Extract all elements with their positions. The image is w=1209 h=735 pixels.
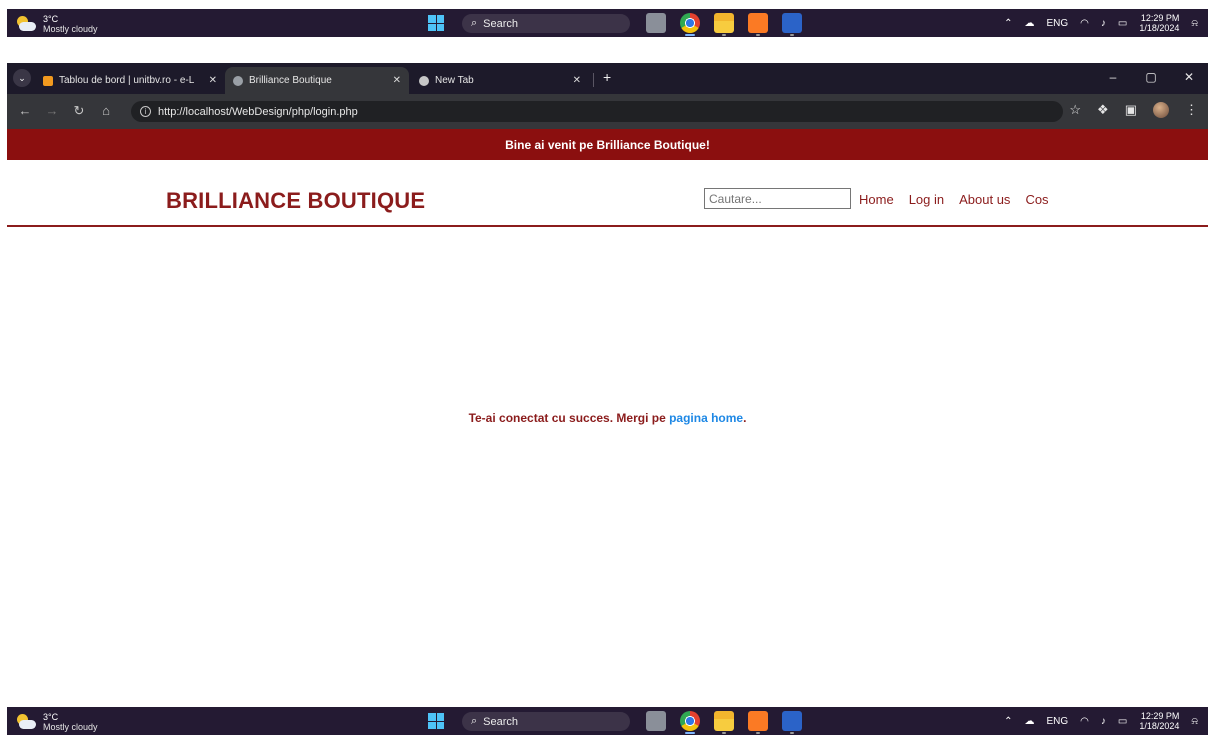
tab-strip: ⌄ Tablou de bord | unitbv.ro - e-L ✕ Bri… bbox=[7, 63, 1208, 94]
wifi-icon[interactable]: ◠ bbox=[1080, 716, 1089, 727]
site-search-input[interactable] bbox=[704, 188, 851, 209]
home-page-link[interactable]: pagina home bbox=[669, 411, 743, 425]
forward-arrow-icon[interactable]: → bbox=[44, 103, 60, 118]
browser-window: ⌄ Tablou de bord | unitbv.ro - e-L ✕ Bri… bbox=[7, 63, 1208, 129]
site-header: BRILLIANCE BOUTIQUE Home Log in About us… bbox=[7, 160, 1208, 227]
weather-widget[interactable]: 3°C Mostly cloudy bbox=[15, 712, 98, 732]
tab-unitbv[interactable]: Tablou de bord | unitbv.ro - e-L ✕ bbox=[35, 67, 225, 94]
xampp-icon[interactable] bbox=[748, 13, 768, 36]
battery-icon[interactable]: ▭ bbox=[1118, 716, 1127, 727]
close-tab-icon[interactable]: ✕ bbox=[393, 75, 401, 86]
taskbar-top: 3°C Mostly cloudy ⌕ Search ⌃ ☁ ENG ◠ ♪ ▭… bbox=[7, 9, 1208, 37]
nav-link-cart[interactable]: Cos bbox=[1025, 192, 1048, 207]
volume-icon[interactable]: ♪ bbox=[1101, 18, 1106, 29]
tab-brilliance[interactable]: Brilliance Boutique ✕ bbox=[225, 67, 409, 94]
nav-link-about[interactable]: About us bbox=[959, 192, 1010, 207]
close-window-icon[interactable]: ✕ bbox=[1170, 63, 1208, 91]
chrome-icon[interactable] bbox=[680, 13, 700, 36]
address-bar[interactable]: i http://localhost/WebDesign/php/login.p… bbox=[131, 101, 1063, 122]
home-icon[interactable]: ⌂ bbox=[98, 103, 114, 118]
welcome-banner: Bine ai venit pe Brilliance Boutique! bbox=[7, 129, 1208, 160]
extensions-icon[interactable]: ❖ bbox=[1097, 102, 1109, 118]
volume-icon[interactable]: ♪ bbox=[1101, 716, 1106, 727]
file-explorer-icon[interactable] bbox=[714, 711, 734, 734]
clock-date: 1/18/2024 bbox=[1139, 721, 1180, 731]
message-suffix: . bbox=[743, 411, 747, 425]
weather-desc: Mostly cloudy bbox=[43, 722, 98, 732]
windows-start-icon[interactable] bbox=[428, 15, 444, 31]
tab-search-chevron-icon[interactable]: ⌄ bbox=[13, 69, 31, 87]
close-tab-icon[interactable]: ✕ bbox=[209, 75, 217, 86]
taskbar-search[interactable]: ⌕ Search bbox=[462, 14, 630, 33]
message-text: Te-ai conectat cu succes. Mergi pe bbox=[468, 411, 670, 425]
weather-icon bbox=[15, 714, 37, 730]
battery-icon[interactable]: ▭ bbox=[1118, 18, 1127, 29]
tab-title: Tablou de bord | unitbv.ro - e-L bbox=[59, 75, 195, 86]
chrome-favicon-icon bbox=[419, 75, 429, 86]
taskbar-search-label: Search bbox=[483, 715, 519, 728]
side-panel-icon[interactable]: ▣ bbox=[1125, 102, 1137, 118]
profile-avatar[interactable] bbox=[1153, 102, 1169, 118]
language-indicator[interactable]: ENG bbox=[1046, 18, 1068, 29]
minimize-icon[interactable]: – bbox=[1094, 63, 1132, 91]
notification-bell-icon[interactable]: ⍾ bbox=[1191, 716, 1198, 727]
tab-new-tab[interactable]: New Tab ✕ bbox=[411, 67, 589, 94]
search-icon: ⌕ bbox=[471, 17, 478, 29]
restore-icon[interactable]: ▢ bbox=[1132, 63, 1170, 91]
taskbar-search[interactable]: ⌕ Search bbox=[462, 712, 630, 731]
weather-widget[interactable]: 3°C Mostly cloudy bbox=[15, 14, 98, 34]
word-icon[interactable] bbox=[782, 711, 802, 734]
windows-start-icon[interactable] bbox=[428, 713, 444, 729]
file-explorer-icon[interactable] bbox=[714, 13, 734, 36]
clock-time: 12:29 PM bbox=[1140, 13, 1180, 23]
chevron-up-icon[interactable]: ⌃ bbox=[1004, 18, 1012, 29]
weather-icon bbox=[15, 16, 37, 32]
chevron-up-icon[interactable]: ⌃ bbox=[1004, 716, 1012, 727]
clock-time: 12:29 PM bbox=[1140, 711, 1180, 721]
reload-icon[interactable]: ↻ bbox=[71, 103, 87, 119]
weather-desc: Mostly cloudy bbox=[43, 24, 98, 34]
notification-bell-icon[interactable]: ⍾ bbox=[1191, 18, 1198, 29]
more-menu-icon[interactable]: ⋮ bbox=[1185, 102, 1198, 118]
tab-title: New Tab bbox=[435, 75, 474, 86]
clock[interactable]: 12:29 PM 1/18/2024 bbox=[1139, 711, 1179, 731]
globe-favicon-icon bbox=[233, 75, 243, 86]
site-nav: Home Log in About us Cos bbox=[859, 192, 1049, 207]
tab-title: Brilliance Boutique bbox=[249, 75, 332, 86]
clock-date: 1/18/2024 bbox=[1139, 23, 1180, 33]
onedrive-icon[interactable]: ☁ bbox=[1024, 716, 1034, 727]
tab-separator bbox=[593, 73, 594, 87]
language-indicator[interactable]: ENG bbox=[1046, 716, 1068, 727]
search-icon: ⌕ bbox=[471, 715, 478, 727]
bookmark-star-icon[interactable]: ☆ bbox=[1069, 102, 1081, 118]
onedrive-icon[interactable]: ☁ bbox=[1024, 18, 1034, 29]
close-tab-icon[interactable]: ✕ bbox=[573, 75, 581, 86]
taskbar-bottom: 3°C Mostly cloudy ⌕ Search ⌃ ☁ ENG ◠ ♪ ▭… bbox=[7, 707, 1208, 735]
clock[interactable]: 12:29 PM 1/18/2024 bbox=[1139, 13, 1179, 33]
nav-link-login[interactable]: Log in bbox=[909, 192, 944, 207]
task-view-icon[interactable] bbox=[646, 711, 666, 731]
new-tab-plus-icon[interactable]: + bbox=[603, 69, 611, 85]
weather-temp: 3°C bbox=[43, 712, 59, 722]
address-bar-url: http://localhost/WebDesign/php/login.php bbox=[158, 105, 358, 118]
chrome-icon[interactable] bbox=[680, 711, 700, 734]
site-info-icon[interactable]: i bbox=[140, 106, 151, 117]
moodle-favicon-icon bbox=[43, 75, 53, 86]
word-icon[interactable] bbox=[782, 13, 802, 36]
nav-link-home[interactable]: Home bbox=[859, 192, 894, 207]
back-arrow-icon[interactable]: ← bbox=[17, 103, 33, 118]
xampp-icon[interactable] bbox=[748, 711, 768, 734]
task-view-icon[interactable] bbox=[646, 13, 666, 33]
taskbar-search-label: Search bbox=[483, 17, 519, 30]
wifi-icon[interactable]: ◠ bbox=[1080, 18, 1089, 29]
site-logo[interactable]: BRILLIANCE BOUTIQUE bbox=[166, 188, 425, 214]
login-success-message: Te-ai conectat cu succes. Mergi pe pagin… bbox=[7, 411, 1208, 425]
browser-toolbar: ← → ↻ ⌂ i http://localhost/WebDesign/php… bbox=[7, 94, 1208, 129]
weather-temp: 3°C bbox=[43, 14, 59, 24]
